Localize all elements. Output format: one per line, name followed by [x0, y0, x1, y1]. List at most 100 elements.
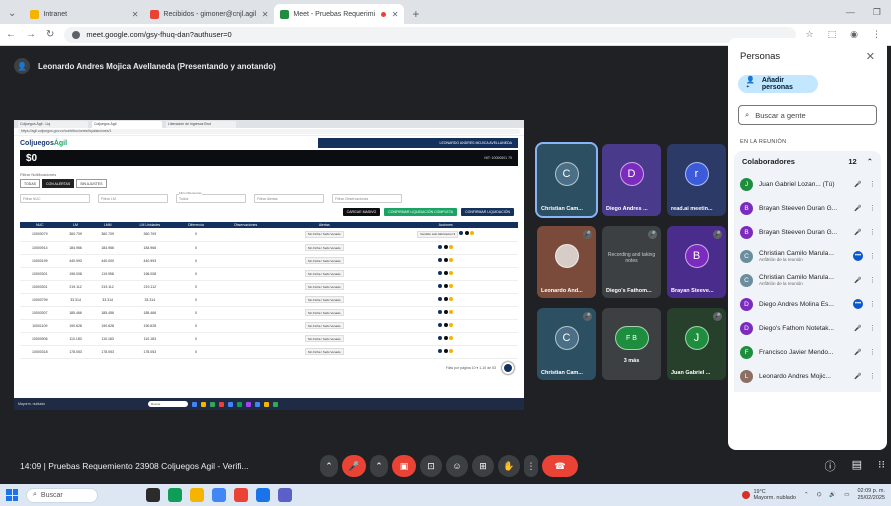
- recording-dot-icon: [381, 11, 387, 17]
- new-tab-button[interactable]: +: [404, 7, 427, 24]
- task-view-icon[interactable]: [146, 488, 160, 502]
- activities-icon[interactable]: ⁝⁝: [878, 458, 885, 474]
- participant-row[interactable]: B Brayan Steeven Duran G... 🎤 ⋮: [734, 220, 881, 244]
- present-button[interactable]: ⊞: [472, 455, 494, 477]
- reload-button[interactable]: ↻: [46, 29, 54, 40]
- row-actions: [459, 231, 475, 236]
- participant-tile[interactable]: D Diego Andres ...: [602, 144, 661, 216]
- omnibox[interactable]: meet.google.com/gsy-fhuq-dan?authuser=0: [64, 26, 796, 43]
- participant-row[interactable]: B Brayan Steeven Duran G... 🎤 ⋮: [734, 196, 881, 220]
- end-call-button[interactable]: ☎: [542, 455, 578, 477]
- table-cell: [373, 332, 518, 346]
- shared-nit: NIT: 10000001 79: [484, 156, 512, 160]
- captions-button[interactable]: ⊡: [420, 455, 442, 477]
- close-icon[interactable]: ✕: [392, 10, 399, 19]
- windows-search[interactable]: ⌕ Buscar: [26, 487, 98, 503]
- participant-tile[interactable]: C Christian Cam...: [535, 142, 598, 218]
- more-options-icon[interactable]: ⋮: [869, 180, 876, 188]
- table-row: 10000914 184.966 184.966 184.966 0 Sin Ficha …: [20, 241, 518, 255]
- network-icon[interactable]: ⌬: [817, 492, 822, 498]
- participant-row[interactable]: F Francisco Javier Mendo... 🎤 ⋮: [734, 340, 881, 364]
- table-cell: 110.183: [59, 332, 92, 346]
- cam-options-button[interactable]: ⌃: [370, 455, 388, 477]
- edge-icon[interactable]: [168, 488, 182, 502]
- logo-accent: Ágil: [53, 139, 68, 147]
- participant-tile[interactable]: C 🎤 Christian Cam...: [537, 308, 596, 380]
- more-options-icon[interactable]: ⋮: [869, 276, 876, 284]
- teams-icon[interactable]: [278, 488, 292, 502]
- chevron-up-icon[interactable]: ⌃: [804, 492, 809, 498]
- close-icon[interactable]: ✕: [262, 10, 269, 19]
- more-options-icon[interactable]: ⋮: [869, 252, 876, 260]
- emoji-button[interactable]: ☺: [446, 455, 468, 477]
- warning-icon: [449, 323, 454, 327]
- participant-tile[interactable]: Recording and taking notes 🎤 Diego's Fatho…: [602, 226, 661, 298]
- clock[interactable]: 02:09 p. m. 25/02/2025: [857, 488, 885, 502]
- mic-options-button[interactable]: ⌃: [320, 455, 338, 477]
- store-icon[interactable]: [212, 488, 226, 502]
- participant-row[interactable]: C Christian Camilo Marula... Anfitrión de …: [734, 268, 881, 292]
- participant-tile[interactable]: J 🎤 Juan Gabriel ...: [667, 308, 726, 380]
- participant-info: Diego Andres Molina Es...: [759, 301, 847, 308]
- table-cell: 190.628: [91, 319, 124, 333]
- more-options-icon[interactable]: ⋮: [869, 324, 876, 332]
- tab-meet[interactable]: Meet - Pruebas Requerimi ✕: [274, 4, 405, 24]
- participant-row[interactable]: D Diego's Fathom Notetak... 🎤 ⋮: [734, 316, 881, 340]
- battery-icon[interactable]: ▭: [844, 492, 849, 498]
- mic-off-button[interactable]: 🎤: [342, 455, 366, 477]
- table-cell: 184.966: [91, 241, 124, 255]
- tab-intranet[interactable]: Intranet ✕: [24, 4, 144, 24]
- add-people-button[interactable]: 👤⁺ Añadir personas: [738, 75, 818, 93]
- file-explorer-icon[interactable]: [190, 488, 204, 502]
- mic-off-icon: 🎤: [854, 181, 862, 188]
- participant-tile[interactable]: F B 3 más: [602, 308, 661, 380]
- participant-tile[interactable]: B 🎤 Brayan Steeve...: [667, 226, 726, 298]
- table-cell: 196.008: [59, 267, 92, 281]
- participant-name: Christian Camilo Marula...: [759, 250, 834, 257]
- outlook-icon[interactable]: [256, 488, 270, 502]
- more-options-button[interactable]: ⋮: [524, 455, 538, 477]
- participant-avatar: C: [554, 326, 579, 351]
- more-options-icon[interactable]: ⋮: [869, 348, 876, 356]
- close-icon[interactable]: ✕: [866, 50, 875, 63]
- participant-row[interactable]: J Juan Gabriel Lozan... (Tú) 🎤 ⋮: [734, 172, 881, 196]
- chevron-up-icon[interactable]: ⌃: [867, 157, 873, 166]
- more-options-icon[interactable]: ⋮: [869, 372, 876, 380]
- info-icon[interactable]: ⓘ: [825, 458, 836, 474]
- collaborators-header[interactable]: Colaboradores 12 ⌃: [734, 157, 881, 172]
- participant-row[interactable]: C Christian Camilo Marula... Anfitrión de …: [734, 244, 881, 268]
- participant-tile[interactable]: r read.ai meetin...: [667, 144, 726, 216]
- raise-hand-button[interactable]: ✋: [498, 455, 520, 477]
- minimize-button[interactable]: —: [846, 7, 855, 18]
- chat-icon[interactable]: ▤: [852, 458, 862, 474]
- participant-row[interactable]: D Diego Andres Molina Es... ••• ⋮: [734, 292, 881, 316]
- participant-tile[interactable]: 🎤 Leonardo And...: [537, 226, 596, 298]
- tab-gmail[interactable]: Recibidos - gimoner@cnjl.agil ✕: [144, 4, 274, 24]
- participant-name: Leonardo Andres Mojic...: [759, 372, 831, 380]
- volume-icon[interactable]: 🔊: [829, 492, 836, 498]
- meeting-title: 14:09 | Pruebas Requemiento 23908 Coljue…: [20, 461, 249, 471]
- tab-label: Intranet: [43, 10, 68, 18]
- more-options-icon[interactable]: ⋮: [869, 228, 876, 236]
- more-options-icon[interactable]: ⋮: [869, 204, 876, 212]
- close-icon[interactable]: ✕: [132, 10, 139, 19]
- table-cell: [373, 280, 518, 294]
- participant-row[interactable]: L Leonardo Andres Mojic... 🎤 ⋮: [734, 364, 881, 388]
- site-info-icon[interactable]: [72, 30, 81, 39]
- participant-name: Brayan Steeven Duran G...: [759, 204, 838, 212]
- people-search-input[interactable]: ⌕ Buscar a gente: [738, 105, 877, 125]
- tab-search-icon[interactable]: ⌄: [0, 8, 24, 24]
- avatar: B: [740, 225, 753, 239]
- forward-button[interactable]: →: [26, 29, 36, 40]
- maximize-button[interactable]: ❐: [873, 7, 881, 18]
- alert-chip: Sin Ficha / Sello Venado: [304, 309, 344, 316]
- chrome-icon[interactable]: [234, 488, 248, 502]
- more-options-icon[interactable]: ⋮: [869, 300, 876, 308]
- windows-start-icon[interactable]: [6, 489, 18, 501]
- weather-widget[interactable]: 19°C Mayorm. nublado: [742, 489, 796, 501]
- shared-addressbar: https://agil.coljuegos.gov.co/contribuci…: [14, 128, 524, 136]
- participant-info: Francisco Javier Mendo...: [759, 349, 847, 356]
- camera-off-button[interactable]: ▣: [392, 455, 416, 477]
- back-button[interactable]: ←: [6, 29, 16, 40]
- mic-off-icon: 🎤: [854, 373, 862, 380]
